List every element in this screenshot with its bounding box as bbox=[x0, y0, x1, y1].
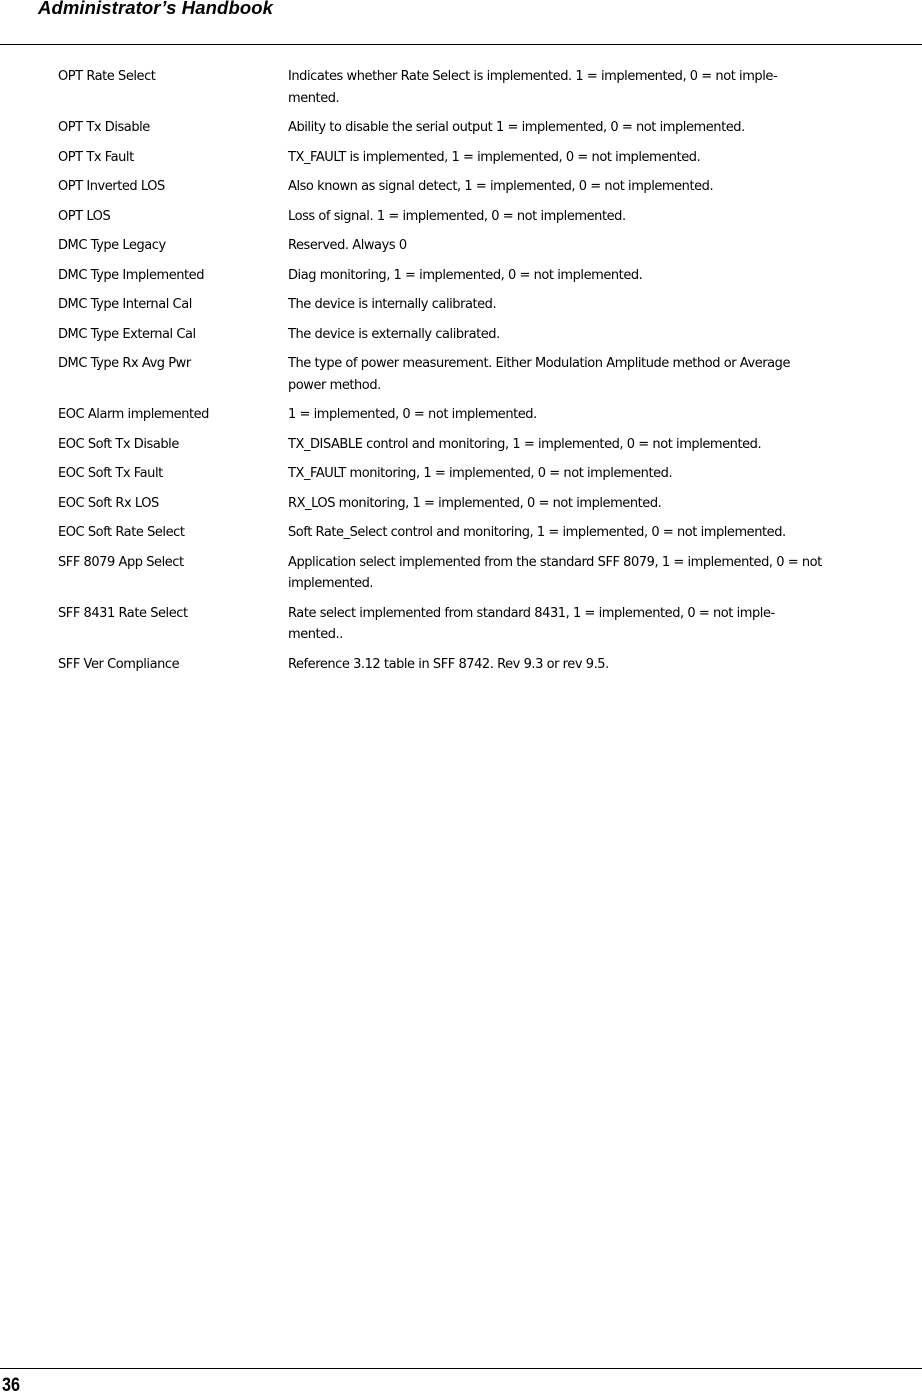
definition-entry: EOC Soft Tx Fault TX_FAULT monitoring, 1… bbox=[58, 463, 908, 485]
entry-term: SFF Ver Compliance bbox=[58, 656, 180, 672]
entry-term: OPT Tx Disable bbox=[58, 120, 150, 135]
entry-description: Indicates whether Rate Select is impleme… bbox=[288, 69, 778, 106]
entry-term: SFF 8431 Rate Select bbox=[58, 605, 188, 621]
header-divider bbox=[0, 44, 922, 45]
entry-term: SFF 8079 App Select bbox=[58, 554, 184, 570]
entry-term: DMC Type Rx Avg Pwr bbox=[58, 356, 191, 371]
entry-description: Ability to disable the serial output 1 =… bbox=[288, 120, 745, 135]
entry-term: OPT Rate Select bbox=[58, 69, 156, 84]
entry-term: DMC Type Legacy bbox=[58, 238, 166, 253]
definition-entry: OPT Inverted LOS Also known as signal de… bbox=[58, 176, 908, 198]
entry-term: DMC Type Internal Cal bbox=[58, 297, 192, 312]
entry-term: OPT Tx Fault bbox=[58, 149, 134, 165]
definition-entry: EOC Soft Rate Select Soft Rate_Select co… bbox=[58, 522, 908, 544]
entry-description: Rate select implemented from standard 84… bbox=[288, 605, 775, 643]
definition-entry: EOC Soft Tx Disable TX_DISABLE control a… bbox=[58, 434, 908, 456]
entry-description: The device is internally calibrated. bbox=[288, 297, 497, 312]
entry-description: TX_FAULT monitoring, 1 = implemented, 0 … bbox=[288, 466, 673, 481]
definition-entry: OPT Tx Disable Ability to disable the se… bbox=[58, 117, 908, 139]
running-header-title: Administrator’s Handbook bbox=[38, 0, 274, 18]
entry-term: EOC Soft Tx Fault bbox=[58, 466, 163, 481]
entry-description: 1 = implemented, 0 = not implemented. bbox=[288, 407, 537, 422]
definition-entry: DMC Type External Cal The device is exte… bbox=[58, 324, 908, 346]
definition-entry: EOC Soft Rx LOS RX_LOS monitoring, 1 = i… bbox=[58, 493, 908, 515]
entry-term: EOC Soft Rx LOS bbox=[58, 495, 159, 511]
definition-entry: OPT Tx Fault TX_FAULT is implemented, 1 … bbox=[58, 147, 908, 169]
entry-description: The type of power measurement. Either Mo… bbox=[288, 356, 791, 393]
definition-entry: EOC Alarm implemented 1 = implemented, 0… bbox=[58, 404, 908, 426]
definition-list: OPT Rate Select Indicates whether Rate S… bbox=[58, 66, 908, 683]
definition-entry: SFF 8431 Rate Select Rate select impleme… bbox=[58, 603, 908, 646]
definition-entry: DMC Type Internal Cal The device is inte… bbox=[58, 294, 908, 316]
definition-entry: DMC Type Legacy Reserved. Always 0 bbox=[58, 235, 908, 257]
entry-description: TX_DISABLE control and monitoring, 1 = i… bbox=[288, 436, 762, 452]
entry-description: TX_FAULT is implemented, 1 = implemented… bbox=[288, 149, 701, 165]
entry-term: EOC Alarm implemented bbox=[58, 407, 209, 422]
entry-description: Application select implemented from the … bbox=[288, 554, 822, 592]
entry-description: Also known as signal detect, 1 = impleme… bbox=[288, 179, 714, 194]
definition-entry: OPT Rate Select Indicates whether Rate S… bbox=[58, 66, 908, 109]
entry-term: EOC Soft Rate Select bbox=[58, 525, 185, 540]
entry-term: OPT LOS bbox=[58, 208, 111, 224]
entry-term: DMC Type Implemented bbox=[58, 267, 205, 283]
definition-entry: DMC Type Rx Avg Pwr The type of power me… bbox=[58, 353, 908, 396]
entry-term: EOC Soft Tx Disable bbox=[58, 436, 179, 452]
entry-description: Loss of signal. 1 = implemented, 0 = not… bbox=[288, 208, 626, 224]
entry-description: Reserved. Always 0 bbox=[288, 238, 407, 253]
entry-term: OPT Inverted LOS bbox=[58, 179, 165, 194]
entry-description: The device is externally calibrated. bbox=[288, 326, 500, 342]
entry-description: Reference 3.12 table in SFF 8742. Rev 9.… bbox=[288, 656, 609, 672]
entry-term: DMC Type External Cal bbox=[58, 326, 196, 342]
entry-description: Soft Rate_Select control and monitoring,… bbox=[288, 525, 786, 540]
footer-divider bbox=[0, 1368, 922, 1369]
definition-entry: SFF Ver Compliance Reference 3.12 table … bbox=[58, 654, 908, 676]
entry-description: RX_LOS monitoring, 1 = implemented, 0 = … bbox=[288, 495, 662, 511]
definition-entry: SFF 8079 App Select Application select i… bbox=[58, 552, 908, 595]
page-number: 36 bbox=[2, 1375, 20, 1396]
definition-entry: DMC Type Implemented Diag monitoring, 1 … bbox=[58, 265, 908, 287]
definition-entry: OPT LOS Loss of signal. 1 = implemented,… bbox=[58, 206, 908, 228]
entry-description: Diag monitoring, 1 = implemented, 0 = no… bbox=[288, 267, 643, 283]
